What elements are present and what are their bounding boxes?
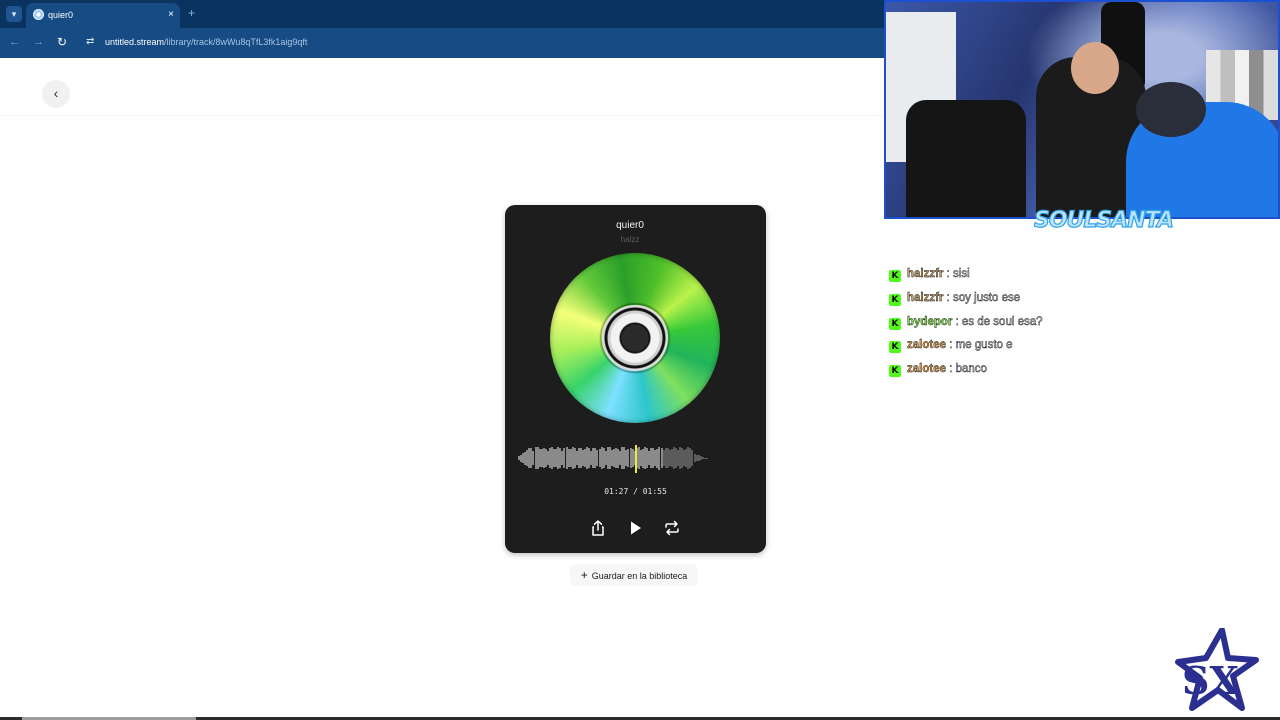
repeat-button[interactable]: [662, 518, 682, 538]
browser-chrome: ▾ quier0 × + ← → ↻ ⇄ untitled.stream/lib…: [0, 0, 884, 58]
webcam-streamer-head: [1071, 42, 1119, 94]
share-icon: [592, 520, 604, 536]
playback-time: 01:27 / 01:55: [604, 487, 667, 496]
chat-message: Khalzzfr : sisi: [889, 266, 1269, 290]
chat-text: banco: [955, 363, 987, 376]
tab-strip: ▾ quier0 × +: [0, 0, 884, 28]
waveform-bar: [705, 457, 708, 459]
chat-separator: :: [949, 363, 953, 376]
cd-disc-hub: [602, 305, 668, 371]
tab-title: quier0: [48, 10, 74, 20]
chat-text: es de soul esa?: [961, 315, 1043, 328]
kick-badge-icon: K: [889, 317, 901, 330]
back-arrow-icon[interactable]: ←: [9, 35, 20, 49]
chat-separator: :: [946, 268, 950, 280]
webcam-gaming-chair: [906, 100, 1026, 217]
header-divider: [0, 115, 884, 116]
kick-badge-icon: K: [889, 365, 901, 378]
tab-active[interactable]: quier0 ×: [26, 3, 180, 28]
new-tab-button[interactable]: +: [188, 6, 195, 20]
chevron-left-icon: ‹: [53, 85, 59, 101]
chat-username: bydepor: [907, 315, 953, 328]
repeat-icon: [665, 520, 679, 536]
chat-message: Khalzzfr : soy justo ese: [889, 290, 1269, 314]
chat-username: halzzfr: [907, 291, 944, 304]
webcam-overlay: [884, 0, 1280, 219]
brand-mark-text: SX: [1182, 658, 1239, 703]
music-player-card: quier0 halzz 01:27 / 01:55: [505, 205, 766, 553]
webcam-guest-head: [1136, 82, 1206, 137]
forward-arrow-icon[interactable]: →: [33, 35, 44, 49]
kick-badge-icon: K: [889, 341, 901, 354]
kick-badge-icon: K: [889, 293, 901, 306]
chat-message: Kzalotee : me gusto e: [889, 337, 1269, 361]
chat-username: halzzfr: [907, 268, 944, 280]
chevron-down-icon: ▾: [11, 9, 17, 19]
chat-text: me gusto e: [955, 339, 1013, 352]
share-button[interactable]: [588, 518, 608, 538]
chat-separator: :: [946, 291, 950, 304]
play-icon: [631, 521, 641, 535]
save-to-library-label: Guardar en la biblioteca: [591, 571, 688, 581]
chat-text: sisi: [953, 268, 970, 280]
tab-search-button[interactable]: ▾: [6, 6, 22, 22]
soulsanta-logo-text: SOULSANTA: [1034, 208, 1173, 233]
brand-star-logo: SX: [1175, 628, 1259, 711]
address-bar[interactable]: untitled.stream/library/track/8wWu8qTfL3…: [105, 36, 307, 48]
url-host: untitled.stream: [105, 37, 165, 47]
close-icon[interactable]: ×: [168, 8, 174, 22]
chat-message: Kbydepor : es de soul esa?: [889, 314, 1269, 338]
reload-icon[interactable]: ↻: [57, 35, 67, 49]
kick-badge-icon: K: [889, 270, 901, 282]
chat-username: zalotee: [907, 363, 946, 376]
back-button[interactable]: ‹: [42, 80, 70, 108]
plus-icon: +: [580, 568, 588, 582]
save-to-library-button[interactable]: + Guardar en la biblioteca: [570, 564, 698, 586]
chat-separator: :: [949, 339, 953, 352]
chat-overlay: Khalzzfr : sisi Khalzzfr : soy justo ese K…: [889, 266, 1269, 385]
chat-message: Kzalotee : banco: [889, 361, 1269, 385]
chat-text: soy justo ese: [953, 291, 1021, 304]
track-artist: halzz: [620, 235, 640, 244]
url-path: /library/track/8wWu8qTfL3fk1aig9qft: [164, 37, 308, 47]
address-toolbar: ← → ↻ ⇄ untitled.stream/library/track/8w…: [0, 28, 884, 58]
disc-favicon-icon: [33, 9, 44, 20]
chat-username: zalotee: [907, 339, 946, 352]
waveform-scrubber[interactable]: [518, 443, 708, 473]
chat-separator: :: [955, 315, 959, 328]
playhead[interactable]: [634, 445, 637, 473]
page-content: ‹ quier0 halzz 01:27 / 01:55 + Guardar e…: [0, 58, 884, 720]
play-button[interactable]: [625, 518, 645, 538]
track-title: quier0: [616, 220, 644, 231]
site-info-icon[interactable]: ⇄: [86, 36, 94, 48]
soulsanta-logo: SOULSANTA: [1033, 207, 1174, 233]
